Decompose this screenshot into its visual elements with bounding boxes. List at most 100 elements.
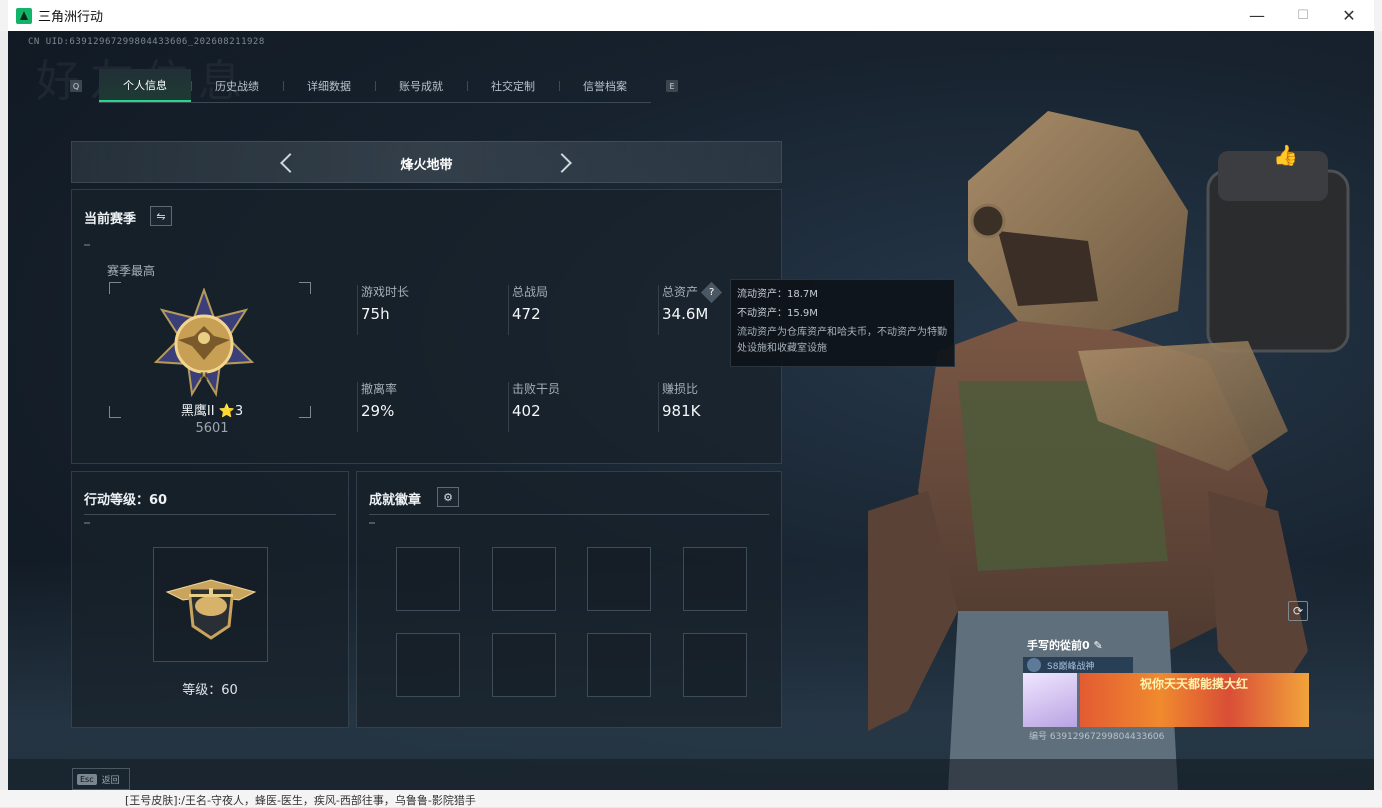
stat-value: 29%	[361, 402, 395, 420]
stat-label: 击败干员	[512, 382, 561, 396]
badge-slot[interactable]	[492, 633, 556, 697]
stat-value: 75h	[361, 305, 390, 323]
level-text: 等级：60	[182, 683, 238, 698]
back-label: 返回	[101, 775, 120, 786]
stat-value: 981K	[662, 402, 701, 420]
helicopter-emblem-icon	[165, 579, 257, 640]
stat-label: 总资产	[662, 285, 699, 299]
stat-divider	[357, 285, 358, 335]
refresh-button[interactable]: ⟳	[1288, 601, 1308, 621]
app-logo-icon	[16, 7, 32, 24]
badge-slot[interactable]	[396, 547, 460, 611]
uid-label: CN UID:6391296729980443360​6_20260821192…	[28, 37, 265, 47]
maximize-button[interactable]: ☐	[1280, 0, 1326, 31]
rank-score: 5601	[195, 421, 229, 436]
stat-divider	[658, 285, 659, 335]
minimize-button[interactable]: —	[1234, 0, 1280, 31]
profile-title-badge: S8巅峰战神	[1023, 657, 1133, 673]
tab-achievements[interactable]: 账号成就	[375, 69, 467, 102]
tooltip-fixed-assets: 不动资产：15.9M	[737, 308, 818, 319]
title-bar: 三角洲行动 — ☐ ✕	[8, 0, 1374, 31]
background-document-text: [王号皮肤]:/王名-守夜人，蜂医-医生，疾风-西部往事，乌鲁鲁-影院猎手	[125, 794, 476, 807]
svg-text:II: II	[200, 372, 208, 383]
stat-label: 游戏时长	[361, 285, 410, 299]
mode-title: 烽火地带	[400, 158, 453, 173]
divider-tick	[369, 522, 375, 524]
frame-corner	[109, 282, 121, 294]
tab-social[interactable]: 社交定制	[467, 69, 559, 102]
window-border-left	[0, 31, 8, 790]
tooltip-liquid-assets: 流动资产：18.7M	[737, 289, 818, 300]
badge-slot[interactable]	[492, 547, 556, 611]
tab-prev-key[interactable]: Q	[70, 80, 82, 92]
tab-detailed-data[interactable]: 详细数据	[283, 69, 375, 102]
stat-play-time: 游戏时长 75h	[361, 283, 409, 323]
refresh-icon: ⟳	[1292, 604, 1304, 618]
season-switch-button[interactable]: ⇋	[150, 206, 172, 226]
stat-total-assets: 总资产? 34.6M	[662, 281, 723, 323]
tab-bar: Q 个人信息 历史战绩 详细数据 账号成就 社交定制 信誉档案 E	[70, 69, 678, 103]
stat-value: 402	[512, 402, 541, 420]
badges-panel: 成就徽章 ⚙	[356, 471, 782, 728]
tooltip-description: 流动资产为仓库资产和哈夫币，不动资产为特勤处设施和收藏室设施	[737, 327, 947, 354]
tab-history[interactable]: 历史战绩	[191, 69, 283, 102]
swap-icon: ⇋	[156, 209, 166, 223]
stat-total-matches: 总战局 472	[512, 283, 548, 323]
back-button[interactable]: Esc 返回	[72, 768, 130, 790]
frame-corner	[299, 282, 311, 294]
like-button[interactable]: 👍	[1273, 143, 1298, 167]
close-button[interactable]: ✕	[1326, 0, 1372, 31]
rank-emblem-icon: II	[154, 288, 254, 397]
level-title: 行动等级：60	[84, 493, 168, 508]
profile-id: 编号 63912967299804433606	[1029, 732, 1165, 742]
stat-divider	[658, 382, 659, 432]
stat-profit-ratio: 赚损比 981K	[662, 380, 700, 420]
badge-slot[interactable]	[683, 547, 747, 611]
badge-slot[interactable]	[396, 633, 460, 697]
tab-next-key[interactable]: E	[666, 80, 678, 92]
stat-divider	[357, 382, 358, 432]
badge-slot[interactable]	[587, 547, 651, 611]
divider-tick	[84, 522, 90, 524]
assets-tooltip: 流动资产：18.7M 不动资产：15.9M 流动资产为仓库资产和哈夫币，不动资产…	[730, 279, 955, 367]
divider-tick	[84, 244, 90, 246]
stat-value: 34.6M	[662, 305, 709, 323]
gear-icon: ⚙	[443, 490, 453, 504]
badge-slot[interactable]	[587, 633, 651, 697]
badge-slot[interactable]	[683, 633, 747, 697]
stat-divider	[508, 382, 509, 432]
stat-label: 总战局	[512, 285, 549, 299]
mode-selector: 烽火地带	[71, 141, 782, 183]
window-title: 三角洲行动	[38, 10, 104, 25]
stat-value: 472	[512, 305, 541, 323]
badges-underline	[369, 514, 769, 515]
tab-reputation[interactable]: 信誉档案	[559, 69, 651, 102]
avatar[interactable]	[1023, 673, 1077, 727]
help-icon[interactable]: ?	[700, 281, 723, 304]
season-title: 当前赛季	[84, 212, 137, 227]
season-best-label: 赛季最高	[107, 264, 156, 278]
stat-label: 撤离率	[361, 382, 398, 396]
badges-settings-button[interactable]: ⚙	[437, 487, 459, 507]
bottom-bar	[8, 759, 1374, 790]
rank-name: 黑鹰II ⭐3	[180, 404, 244, 419]
chevron-right-icon	[552, 153, 572, 173]
level-underline	[84, 514, 336, 515]
window-border-right	[1374, 31, 1382, 790]
game-viewport: 好友信息 CN UID:6391296729980443360​6_202608…	[8, 31, 1374, 790]
mode-next-button[interactable]	[550, 150, 574, 176]
banner-text: 祝你天天都能摸大红	[1140, 677, 1249, 691]
app-window: 三角洲行动 — ☐ ✕ 好友信息 CN UID:6391296729980443…	[0, 0, 1382, 807]
season-panel: 当前赛季 ⇋ 赛季最高 II 黑鹰II ⭐3 5601 游戏时长 75h 总战局…	[71, 189, 782, 464]
level-panel: 行动等级：60 等级：60	[71, 471, 349, 728]
esc-key-icon: Esc	[77, 773, 97, 785]
profile-card[interactable]: 手写的從前0 ✎ S8巅峰战神 祝你天天都能摸大红 编号 63912967299…	[1023, 635, 1309, 745]
rank-badge-icon	[1027, 658, 1041, 672]
badges-title: 成就徽章	[369, 493, 422, 508]
tab-list: 个人信息 历史战绩 详细数据 账号成就 社交定制 信誉档案	[99, 69, 651, 103]
tab-personal-info[interactable]: 个人信息	[99, 69, 191, 102]
edit-icon[interactable]: ✎	[1094, 639, 1103, 652]
profile-name: 手写的從前0 ✎	[1027, 639, 1103, 652]
stat-divider	[508, 285, 509, 335]
stat-kills: 击败干员 402	[512, 380, 560, 420]
